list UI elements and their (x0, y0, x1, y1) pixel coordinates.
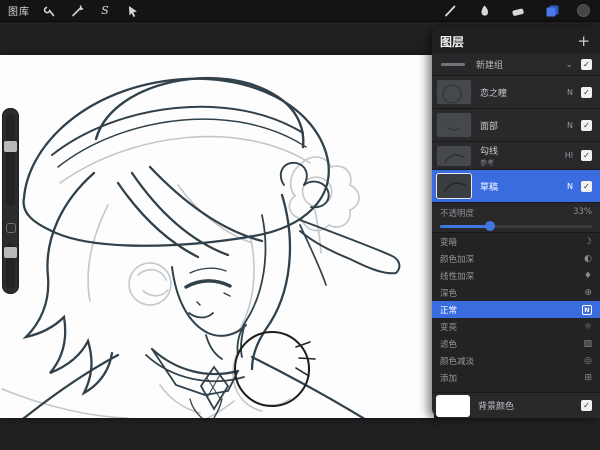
blend-mode-screen[interactable]: 滤色 ▨ (432, 335, 600, 352)
layer-thumbnail (436, 112, 472, 138)
darken-moon-icon: ☽ (583, 236, 592, 247)
layer-row-lineart[interactable]: 勾线 参考 Hl ✓ (432, 142, 600, 170)
blend-badge[interactable]: N (567, 182, 573, 191)
layers-icon[interactable] (543, 3, 561, 19)
background-color-swatch[interactable] (436, 394, 470, 417)
transform-arrow-icon[interactable] (124, 3, 142, 19)
blend-mode-normal-selected[interactable]: 正常 N (432, 301, 600, 318)
blend-mode-lighten[interactable]: 变亮 ☼ (432, 318, 600, 335)
drawing-canvas[interactable] (0, 55, 434, 418)
darker-color-icon: ⊕ (584, 287, 592, 298)
modify-button[interactable] (6, 223, 16, 233)
opacity-knob[interactable] (485, 221, 496, 231)
brush-size-slider[interactable] (6, 114, 15, 206)
layer-visibility-checkbox[interactable]: ✓ (581, 119, 592, 131)
canvas-artwork (1, 77, 401, 418)
layer-visibility-checkbox[interactable]: ✓ (581, 150, 592, 161)
blend-badge[interactable]: N (567, 88, 573, 97)
blend-mode-darken[interactable]: 变暗 ☽ (432, 233, 600, 250)
blend-badge[interactable]: Hl (565, 151, 573, 160)
selection-icon[interactable]: S (96, 3, 114, 19)
adjustments-wand-icon[interactable] (68, 3, 86, 19)
chevron-down-icon[interactable]: ⌄ (565, 60, 573, 70)
opacity-value: 33% (573, 207, 592, 217)
group-visibility-checkbox[interactable]: ✓ (581, 59, 592, 70)
screen-icon: ▨ (583, 338, 592, 349)
opacity-label: 不透明度 (440, 209, 475, 219)
blend-mode-linear-burn[interactable]: 线性加深 ♦ (432, 267, 600, 284)
layer-visibility-checkbox[interactable]: ✓ (581, 180, 592, 192)
group-thumbnail (436, 63, 470, 66)
layer-group-row[interactable]: 新建组 ⌄ ✓ (432, 54, 600, 76)
top-toolbar: 图库 S (0, 0, 600, 22)
layer-row-eye[interactable]: 恋之瞳 N ✓ (432, 76, 600, 109)
eraser-icon[interactable] (509, 3, 527, 19)
brush-opacity-handle[interactable] (4, 247, 17, 258)
reference-tag: 参考 (480, 158, 494, 167)
layer-thumbnail (436, 144, 472, 167)
layer-row-face[interactable]: 面部 N ✓ (432, 109, 600, 142)
layer-thumbnail (436, 173, 472, 199)
brush-size-handle[interactable] (4, 141, 17, 152)
background-color-row[interactable]: 背景颜色 ✓ (432, 392, 600, 418)
add-plus-icon: ⊞ (584, 372, 592, 383)
blend-mode-color-dodge[interactable]: 颜色减淡 ◎ (432, 352, 600, 369)
actions-wrench-icon[interactable] (40, 3, 58, 19)
procreate-app: 图库 S 图层 + 新建组 ⌄ ✓ 恋之瞳 N ✓ 面部 N ✓ 勾线 参考 H… (0, 0, 600, 450)
layers-panel: 图层 + 新建组 ⌄ ✓ 恋之瞳 N ✓ 面部 N ✓ 勾线 参考 Hl ✓ 草… (432, 28, 600, 418)
gallery-button[interactable]: 图库 (8, 3, 30, 18)
add-layer-button[interactable]: + (577, 33, 590, 49)
layer-row-sketch-selected[interactable]: 草稿 N ✓ (432, 170, 600, 203)
color-dodge-icon: ◎ (584, 355, 592, 366)
opacity-section: 不透明度 33% (432, 203, 600, 233)
active-color-swatch[interactable] (577, 4, 590, 17)
layer-visibility-checkbox[interactable]: ✓ (581, 86, 592, 98)
background-visibility-checkbox[interactable]: ✓ (581, 400, 592, 411)
blend-mode-color-burn[interactable]: 颜色加深 ◐ (432, 250, 600, 267)
brush-icon[interactable] (441, 3, 459, 19)
color-burn-icon: ◐ (584, 253, 592, 264)
opacity-slider[interactable] (440, 221, 592, 231)
blend-mode-add[interactable]: 添加 ⊞ (432, 369, 600, 386)
layer-thumbnail (436, 79, 472, 105)
layers-panel-title: 图层 (440, 34, 465, 49)
linear-burn-icon: ♦ (583, 270, 592, 281)
normal-n-icon: N (582, 304, 592, 315)
blend-mode-list: 变暗 ☽ 颜色加深 ◐ 线性加深 ♦ 深色 ⊕ 正常 N 变亮 ☼ 滤色 ▨ 颜… (432, 233, 600, 392)
smudge-icon[interactable] (475, 3, 493, 19)
brush-sidebar (2, 108, 19, 294)
blend-badge[interactable]: N (567, 121, 573, 130)
lighten-sun-icon: ☼ (583, 321, 592, 332)
opacity-fill (440, 225, 491, 228)
blend-mode-darker-color[interactable]: 深色 ⊕ (432, 284, 600, 301)
